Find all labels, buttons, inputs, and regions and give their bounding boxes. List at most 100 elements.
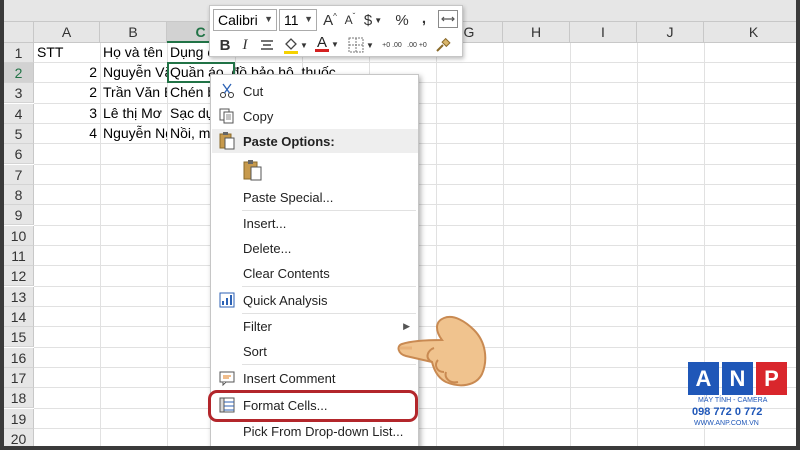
row-header-3[interactable]: 3 — [4, 83, 34, 104]
row-header-11[interactable]: 11 — [4, 246, 34, 267]
copy-icon — [218, 107, 236, 125]
borders-button[interactable]: ▼ — [346, 34, 376, 56]
italic-button[interactable]: I — [237, 34, 253, 56]
menu-label: Sort — [243, 343, 267, 359]
row-header-17[interactable]: 17 — [4, 368, 34, 389]
chevron-down-icon: ▼ — [300, 40, 308, 50]
menu-item-sort[interactable]: Sort ▶ — [212, 339, 418, 363]
decrease-decimal-button[interactable]: .00 +0 — [406, 34, 428, 56]
scissors-icon — [218, 82, 236, 100]
paint-bucket-icon — [284, 38, 299, 54]
anp-logo: A N P MÁY TÍNH - CAMERA 098 772 0 772 WW… — [688, 362, 788, 432]
row-header-6[interactable]: 6 — [4, 144, 34, 165]
logo-letter-p: P — [756, 362, 787, 395]
row-header-15[interactable]: 15 — [4, 327, 34, 348]
font-color-letter: A — [317, 34, 328, 51]
font-size-value: 11 — [284, 12, 299, 28]
menu-item-clear-contents[interactable]: Clear Contents — [212, 261, 418, 285]
clipboard-paste-icon — [242, 159, 264, 181]
column-header-b[interactable]: B — [100, 22, 167, 43]
decrease-decimal-icon: .00 +0 — [407, 41, 427, 49]
menu-item-insert-comment[interactable]: Insert Comment — [212, 366, 418, 390]
comment-icon — [218, 369, 236, 387]
column-header-h[interactable]: H — [503, 22, 570, 43]
paste-option-default[interactable] — [212, 155, 418, 185]
cell-b3[interactable]: Trần Văn B — [100, 82, 167, 102]
chevron-down-icon: ▼ — [331, 39, 339, 49]
menu-item-filter[interactable]: Filter ▶ — [212, 314, 418, 338]
row-header-18[interactable]: 18 — [4, 388, 34, 409]
menu-label: Insert... — [243, 215, 287, 231]
menu-item-cut[interactable]: Cut — [212, 79, 418, 103]
row-header-12[interactable]: 12 — [4, 266, 34, 287]
comma-style-button[interactable]: , — [416, 7, 432, 29]
row-header-7[interactable]: 7 — [4, 165, 34, 186]
row-header-20[interactable]: 20 — [4, 429, 34, 446]
menu-item-pick-from-list[interactable]: Pick From Drop-down List... — [212, 419, 418, 443]
row-header-5[interactable]: 5 — [4, 124, 34, 145]
caret-up-icon: ^ — [333, 11, 337, 21]
bold-button[interactable]: B — [216, 34, 234, 56]
menu-item-paste-special[interactable]: Paste Special... — [212, 185, 418, 209]
cell-a4[interactable]: 3 — [34, 103, 100, 123]
menu-item-quick-analysis[interactable]: Quick Analysis — [212, 288, 418, 312]
font-color-button[interactable]: A ▼ — [314, 33, 340, 55]
caret-down-icon: ˇ — [352, 11, 356, 21]
format-painter-button[interactable] — [432, 34, 454, 56]
column-header-k[interactable]: K — [704, 22, 796, 43]
row-header-1[interactable]: 1 — [4, 43, 34, 64]
row-header-14[interactable]: 14 — [4, 307, 34, 328]
accounting-format-button[interactable]: $ ▼ — [363, 9, 383, 31]
grow-font-button[interactable]: A ^ — [321, 9, 339, 31]
menu-item-copy[interactable]: Copy — [212, 104, 418, 128]
menu-separator — [242, 286, 416, 287]
cell-b2[interactable]: Nguyễn Vă — [100, 62, 167, 82]
currency-icon: $ — [363, 11, 373, 29]
cell-a2[interactable]: 2 — [34, 62, 100, 82]
cell-b5[interactable]: Nguyễn Ng — [100, 123, 167, 143]
cell-a3[interactable]: 2 — [34, 82, 100, 102]
align-center-icon[interactable] — [258, 34, 276, 56]
fill-color-button[interactable]: ▼ — [281, 34, 309, 56]
borders-icon — [348, 37, 364, 53]
row-header-9[interactable]: 9 — [4, 205, 34, 226]
wrap-text-icon[interactable] — [438, 10, 458, 28]
row-header-8[interactable]: 8 — [4, 185, 34, 206]
column-header-j[interactable]: J — [637, 22, 704, 43]
font-name-value: Calibri — [218, 12, 258, 28]
menu-label: Copy — [243, 108, 274, 124]
column-header-a[interactable]: A — [34, 22, 100, 43]
cell-b4[interactable]: Lê thị Mơ — [100, 103, 167, 123]
font-size-box[interactable]: 11 ▼ — [279, 9, 317, 31]
paste-options-header: Paste Options: — [212, 129, 418, 153]
chevron-down-icon: ▼ — [264, 14, 273, 24]
cell-a1[interactable]: STT — [34, 42, 100, 62]
row-header-4[interactable]: 4 — [4, 104, 34, 125]
menu-item-insert[interactable]: Insert... — [212, 211, 418, 235]
row-header-13[interactable]: 13 — [4, 287, 34, 308]
row-header-2[interactable]: 2 — [4, 63, 34, 84]
menu-label: Clear Contents — [243, 265, 330, 281]
menu-item-delete[interactable]: Delete... — [212, 236, 418, 260]
row-header-19[interactable]: 19 — [4, 409, 34, 430]
paintbrush-icon — [436, 37, 451, 52]
shrink-font-button[interactable]: Aˇ — [341, 9, 359, 31]
menu-label: Filter — [243, 318, 272, 334]
menu-label: Paste Options: — [243, 133, 335, 149]
mini-toolbar: Calibri ▼ 11 ▼ A ^ Aˇ $ ▼ % , B I ▼ A ▼ … — [209, 5, 463, 57]
menu-label: Cut — [243, 83, 264, 99]
logo-phone: 098 772 0 772 — [692, 406, 763, 418]
logo-letter-a: A — [688, 362, 719, 395]
logo-website: WWW.ANP.COM.VN — [694, 420, 759, 427]
increase-decimal-button[interactable]: +0 .00 — [381, 34, 403, 56]
cell-b1[interactable]: Họ và tên — [100, 42, 167, 62]
font-color-swatch — [315, 49, 330, 52]
increase-decimal-icon: +0 .00 — [382, 41, 402, 49]
font-name-box[interactable]: Calibri ▼ — [213, 9, 277, 31]
cell-a5[interactable]: 4 — [34, 123, 100, 143]
column-header-i[interactable]: I — [570, 22, 637, 43]
pointing-hand-icon — [397, 316, 487, 387]
percent-style-button[interactable]: % — [393, 9, 411, 31]
row-header-10[interactable]: 10 — [4, 226, 34, 247]
row-header-16[interactable]: 16 — [4, 348, 34, 369]
